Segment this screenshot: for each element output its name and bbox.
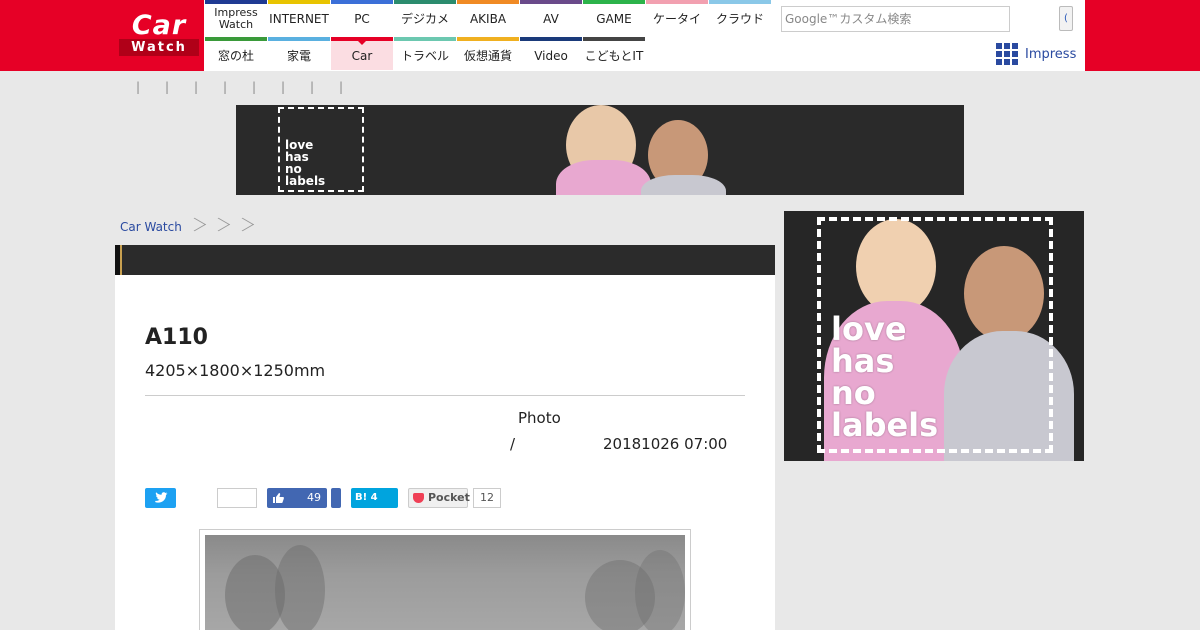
header-red-right <box>1085 0 1200 71</box>
article-header-bar <box>115 245 775 275</box>
nav-item[interactable]: PC <box>331 0 393 33</box>
ad-word: labels <box>831 406 939 444</box>
facebook-share-button[interactable] <box>331 488 341 508</box>
top-banner-ad[interactable]: love has no labels <box>236 105 964 195</box>
nav-item[interactable]: GAME <box>583 0 645 33</box>
subnav-separator: | <box>136 80 141 94</box>
nav-item[interactable]: Impress Watch <box>205 0 267 33</box>
subnav-separator: | <box>223 80 228 94</box>
logo-text-bottom: Watch <box>119 39 199 56</box>
subnav: | | | | | | | | <box>136 80 348 94</box>
subnav-separator: | <box>310 80 315 94</box>
hatena-bookmark-button[interactable]: B! 4 <box>351 488 398 508</box>
subnav-separator: | <box>281 80 286 94</box>
twitter-icon <box>155 492 168 503</box>
search-input[interactable]: Google™カスタム検索 <box>781 6 1010 32</box>
subnav-separator: | <box>165 80 170 94</box>
nav-item[interactable]: INTERNET <box>268 0 330 33</box>
facebook-count: 49 <box>307 491 321 504</box>
logo-text-top: Car <box>131 10 187 41</box>
nav-item[interactable]: クラウド <box>709 0 771 33</box>
ad-word: no <box>831 374 876 412</box>
nav-item[interactable]: 仮想通貨 <box>457 37 519 70</box>
breadcrumb-home[interactable]: Car Watch <box>120 220 182 234</box>
article-title: A110 <box>145 325 208 350</box>
pocket-button[interactable]: Pocket <box>408 488 470 508</box>
child-figure <box>641 175 726 195</box>
chevron-right-icon <box>182 214 206 240</box>
love-has-no-labels-logo: love has no labels <box>817 217 1053 453</box>
nav-item[interactable]: 窓の杜 <box>205 37 267 70</box>
article: A110 4205×1800×1250mm Photo / 20181026 0… <box>115 245 775 630</box>
photo-credit-label: Photo <box>518 409 561 427</box>
nav-item[interactable]: こどもとIT <box>583 37 645 70</box>
nav-item[interactable]: ケータイ <box>646 0 708 33</box>
nav-item[interactable]: AKIBA <box>457 0 519 33</box>
thumbs-up-icon <box>273 493 284 503</box>
article-photo[interactable] <box>199 529 691 630</box>
article-subtitle: 4205×1800×1250mm <box>145 361 326 380</box>
nav-item[interactable]: Video <box>520 37 582 70</box>
ad-word: labels <box>285 174 326 188</box>
nav-item[interactable]: デジカメ <box>394 0 456 33</box>
nav-item[interactable]: Car <box>331 37 393 70</box>
subnav-separator: | <box>252 80 257 94</box>
breadcrumb: Car Watch <box>120 214 254 240</box>
nav-item[interactable]: AV <box>520 0 582 33</box>
foggy-forest-image <box>205 535 685 630</box>
publish-date: 20181026 07:00 <box>603 435 728 453</box>
search-button[interactable]: ( <box>1059 6 1073 31</box>
child-figure <box>556 160 651 195</box>
chevron-right-icon <box>206 214 230 240</box>
impress-label: Impress <box>1025 46 1077 62</box>
subnav-separator: | <box>339 80 344 94</box>
twitter-share-button[interactable] <box>145 488 176 508</box>
nav-item[interactable]: 家電 <box>268 37 330 70</box>
impress-link[interactable]: Impress <box>996 43 1076 65</box>
ad-word: love <box>831 310 907 348</box>
site-header: Car Watch Impress Watch INTERNET PC デジカメ AKI… <box>0 0 1200 71</box>
nav-item[interactable]: トラベル <box>394 37 456 70</box>
byline-separator: / <box>510 435 516 453</box>
facebook-like-button[interactable]: 49 <box>267 488 327 508</box>
subnav-separator: | <box>194 80 199 94</box>
chevron-right-icon <box>230 214 254 240</box>
twitter-count <box>217 488 257 508</box>
ad-word: has <box>831 342 895 380</box>
sidebar-ad[interactable]: love has no labels <box>784 211 1084 461</box>
divider <box>145 395 745 396</box>
pocket-count: 12 <box>473 488 501 508</box>
love-has-no-labels-logo: love has no labels <box>278 107 364 192</box>
grid-icon <box>996 43 1019 65</box>
car-watch-logo[interactable]: Car Watch <box>119 12 199 56</box>
